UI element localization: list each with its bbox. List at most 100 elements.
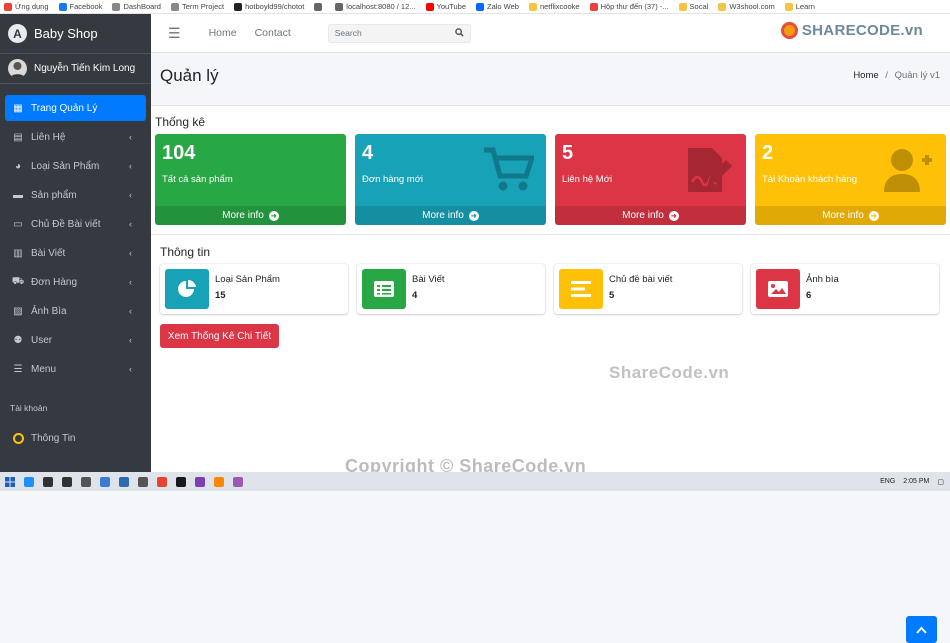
bookmark-item[interactable]: hotboyld99/chotot [234,2,304,11]
user-name: Nguyễn Tiến Kim Long [34,63,136,74]
chevron-left-icon: ‹ [129,190,132,200]
watermark-logo-icon [780,22,798,39]
sidebar-item-label: Bài Viết [31,247,66,259]
taskbar-app-icon[interactable] [57,472,76,491]
taskbar-app-icon[interactable] [114,472,133,491]
view-detail-stats-button[interactable]: Xem Thống Kê Chi Tiết [160,324,279,348]
more-info-label: More info [422,210,464,221]
clock[interactable]: 2:05 PM [903,478,929,485]
taskbar-app-icon[interactable] [76,472,95,491]
info-section: Thông tin Loại Sản Phẩm 15 Bài Viết 4 Ch… [151,235,950,643]
taskbar-app-icon[interactable] [228,472,247,491]
nav-link-home[interactable]: Home [209,27,237,39]
more-info-link[interactable]: More info ➜ [355,206,546,225]
align-icon [559,269,603,309]
bookmark-label: YouTube [436,2,466,11]
user-panel[interactable]: Nguyễn Tiến Kim Long [0,54,151,84]
more-info-link[interactable]: More info ➜ [155,206,346,225]
cart-icon [482,146,536,194]
chevron-left-icon: ‹ [129,219,132,229]
sidebar-item[interactable]: ▨ Ảnh Bìa ‹ [5,298,146,324]
stat-label: Liên hệ Mới [562,174,613,185]
bookmark-item[interactable]: Hộp thư đến (37) -... [589,2,669,11]
bookmark-item[interactable]: netflixcooke [528,2,580,11]
breadcrumb-home[interactable]: Home [853,70,878,81]
sidebar-item[interactable]: ▤ Liên Hệ ‹ [5,124,146,150]
sidebar-item[interactable]: ⚉ User ‹ [5,327,146,353]
menu-toggle-icon[interactable]: ☰ [168,25,181,42]
bookmark-label: Hộp thư đến (37) -... [600,2,669,11]
sidebar-item[interactable]: ⛟ Đơn Hàng ‹ [5,269,146,295]
taskbar-app-icon[interactable] [95,472,114,491]
stat-card: 4 Đơn hàng mới More info ➜ [355,134,546,225]
chevron-up-icon [916,626,927,634]
sidebar-item[interactable]: ▥ Bài Viết ‹ [5,240,146,266]
bookmark-item[interactable]: Facebook [58,2,103,11]
bookmark-item[interactable]: Term Project [170,2,224,11]
bookmark-item[interactable]: Zalo Web [476,2,519,11]
taskbar-app-icon[interactable] [190,472,209,491]
bookmark-icon [425,2,434,11]
taskbar-app-icon[interactable] [38,472,57,491]
sidebar-item-icon: ▨ [13,305,23,317]
sidebar-item[interactable]: ▭ Chủ Đề Bài viết ‹ [5,211,146,237]
sidebar-item-icon: ⛟ [11,275,25,287]
bookmark-item[interactable]: Learn [784,2,815,11]
taskbar-app-icon[interactable] [19,472,38,491]
file-signature-icon [682,146,734,194]
nav-link-contact[interactable]: Contact [255,27,291,39]
stats-section: Thống kê 104 Tất cả sản phẩm More info ➜… [151,105,950,235]
notification-icon[interactable]: ▢ [937,478,944,486]
page-header: Quản lý Home / Quản lý v1 [151,53,950,98]
sidebar-item[interactable]: ☰ Menu ‹ [5,356,146,382]
bookmark-icon [112,2,121,11]
sidebar-item-icon: ▤ [13,131,23,143]
arrow-circle-right-icon: ➜ [668,210,679,221]
more-info-link[interactable]: More info ➜ [755,206,946,225]
back-to-top-button[interactable] [906,616,937,643]
bookmark-icon [314,2,323,11]
sidebar-item[interactable]: ◕ Loại Sản Phẩm ‹ [5,153,146,179]
search-placeholder: Search [334,28,362,38]
taskbar: ENG 2:05 PM ▢ [0,472,950,491]
taskbar-app-icon[interactable] [171,472,190,491]
sidebar-item[interactable]: ▬ Sản phẩm ‹ [5,182,146,208]
top-navbar: ☰ Home Contact Search SHARECODE.vn [151,14,950,53]
language-indicator[interactable]: ENG [880,478,895,485]
bookmark-label: Zalo Web [487,2,519,11]
search-icon[interactable] [454,27,464,39]
bookmark-item[interactable]: localhost:8080 / 12... [335,2,416,11]
bookmark-item[interactable]: DashBoard [112,2,161,11]
chevron-left-icon: ‹ [129,248,132,258]
taskbar-app-icon[interactable] [152,472,171,491]
taskbar-app-icon[interactable] [133,472,152,491]
search-input[interactable]: Search [327,23,471,43]
watermark-text: ShareCode.vn [609,363,730,382]
bookmark-item[interactable]: Socal [678,2,708,11]
sidebar-item-label: Liên Hệ [31,131,66,143]
sidebar-item[interactable]: ▦ Trang Quản Lý [5,95,146,121]
watermark-logo-text: SHARECODE.vn [801,22,923,39]
sidebar-item-label: User [31,334,53,346]
bookmark-label: Facebook [69,2,103,11]
start-button[interactable] [0,472,19,491]
sidebar-item-icon: ▦ [13,102,23,114]
bookmark-icon [4,2,12,11]
bookmark-label: Learn [795,2,815,11]
sidebar-item-icon: ⚉ [13,334,23,346]
bookmark-item[interactable]: Ứng dụng [4,2,49,11]
bookmark-item[interactable]: W3shool.com [718,2,775,11]
brand-link[interactable]: A Baby Shop [0,14,151,54]
bookmark-item[interactable]: YouTube [425,2,466,11]
breadcrumb-current: Quản lý v1 [894,70,940,81]
taskbar-app-icon[interactable] [209,472,228,491]
bookmark-item[interactable] [314,2,325,11]
sidebar-item-thong-tin[interactable]: Thông Tin [5,425,146,451]
watermark-logo: SHARECODE.vn [780,22,923,39]
bookmark-label: DashBoard [123,2,161,11]
bookmark-icon [170,2,179,11]
arrow-circle-right-icon: ➜ [868,210,879,221]
bookmark-icon [784,2,793,11]
more-info-link[interactable]: More info ➜ [555,206,746,225]
more-info-label: More info [822,210,864,221]
